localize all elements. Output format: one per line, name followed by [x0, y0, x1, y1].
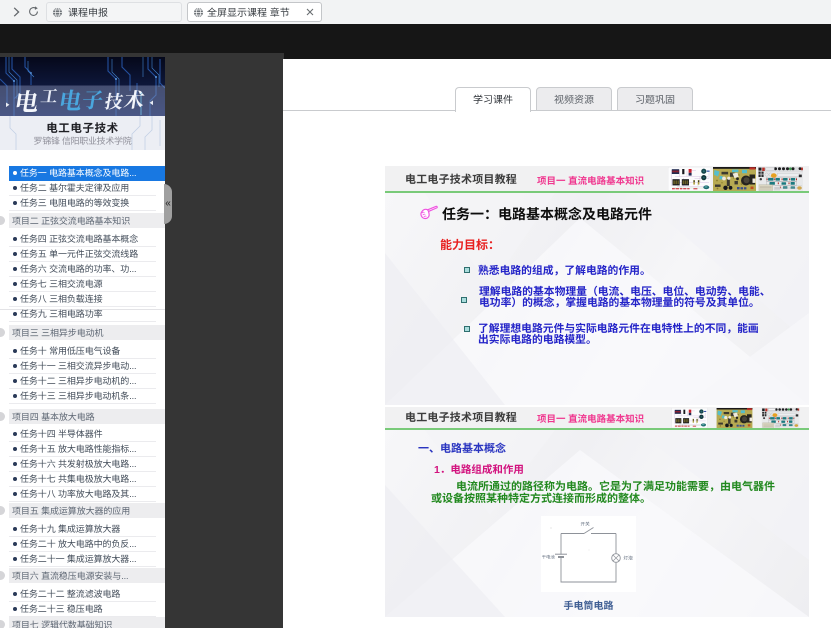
- svg-text:开关: 开关: [581, 522, 591, 528]
- svg-text:干电池: 干电池: [542, 554, 556, 560]
- svg-text:灯泡: 灯泡: [624, 556, 634, 562]
